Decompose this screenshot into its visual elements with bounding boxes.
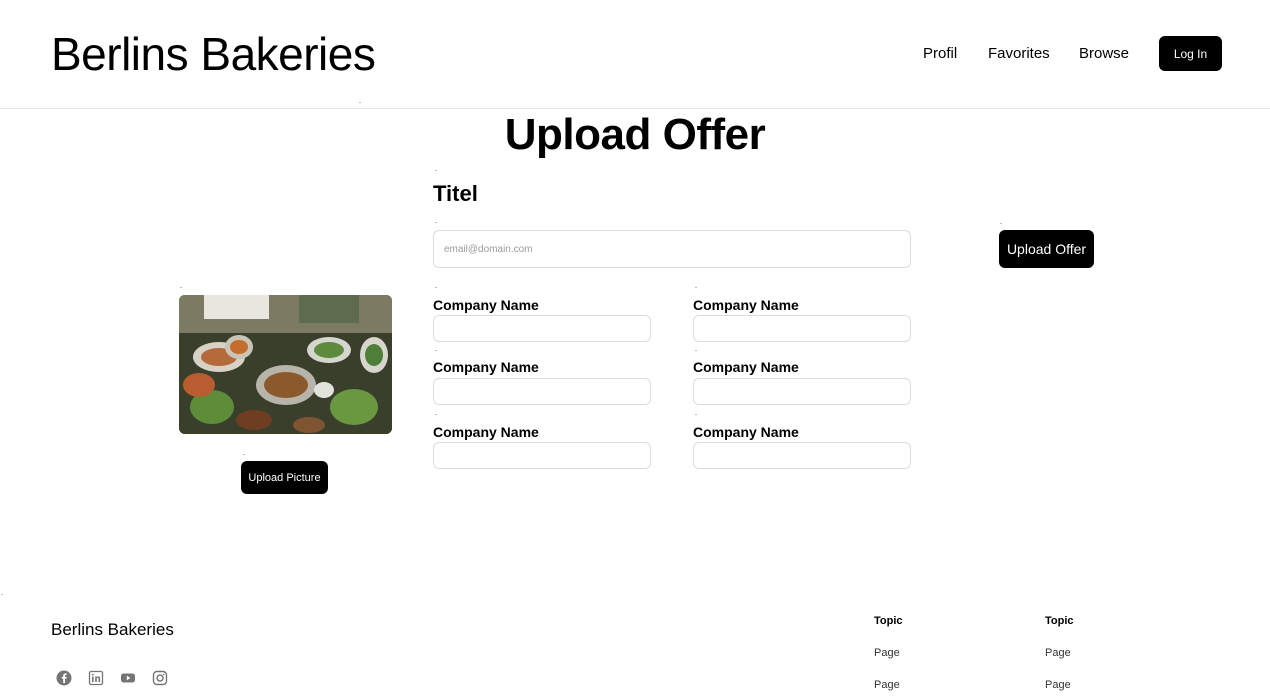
divider-dot: [435, 287, 437, 288]
divider-dot: [243, 454, 245, 455]
titel-label: Titel: [433, 181, 478, 206]
footer-link[interactable]: Page: [874, 678, 900, 692]
field-label: Company Name: [433, 359, 539, 375]
footer-topic: Topic: [1045, 615, 1074, 627]
footer-topic: Topic: [874, 615, 903, 627]
divider-dot: [180, 287, 182, 288]
company-name-input[interactable]: [433, 315, 651, 342]
field-label: Company Name: [693, 424, 799, 440]
field-label: Company Name: [433, 297, 539, 313]
food-table-image: [179, 295, 392, 434]
divider-dot: [435, 414, 437, 415]
divider-dot: [695, 350, 697, 351]
footer-link[interactable]: Page: [1045, 646, 1071, 660]
footer-link[interactable]: Page: [1045, 678, 1071, 692]
instagram-icon[interactable]: [152, 670, 168, 686]
nav-favorites[interactable]: Favorites: [988, 45, 1050, 63]
divider-dot: [1000, 223, 1002, 224]
divider-dot: [435, 350, 437, 351]
footer-link[interactable]: Page: [874, 646, 900, 660]
divider-dot: [435, 170, 437, 171]
login-button[interactable]: Log In: [1159, 36, 1222, 71]
field-label: Company Name: [693, 359, 799, 375]
linkedin-icon[interactable]: [88, 670, 104, 686]
youtube-icon[interactable]: [120, 670, 136, 686]
offer-picture: [179, 295, 392, 434]
company-name-input[interactable]: [693, 315, 911, 342]
company-name-input[interactable]: [693, 442, 911, 469]
field-label: Company Name: [433, 424, 539, 440]
divider-dot: [695, 287, 697, 288]
facebook-icon[interactable]: [56, 670, 72, 686]
nav-profil[interactable]: Profil: [923, 45, 957, 63]
divider-dot: [695, 414, 697, 415]
page-title: Upload Offer: [504, 110, 766, 159]
company-name-input[interactable]: [693, 378, 911, 405]
site-logo[interactable]: Berlins Bakeries: [51, 28, 376, 80]
titel-input[interactable]: [433, 230, 911, 268]
field-label: Company Name: [693, 297, 799, 313]
upload-offer-button[interactable]: Upload Offer: [999, 230, 1094, 268]
divider-dot: [359, 102, 361, 103]
divider-dot: [1, 594, 3, 595]
nav-browse[interactable]: Browse: [1079, 45, 1129, 63]
footer-logo: Berlins Bakeries: [51, 620, 174, 639]
site-header: Berlins Bakeries Profil Favorites Browse…: [0, 0, 1270, 109]
upload-picture-button[interactable]: Upload Picture: [241, 461, 328, 494]
company-name-input[interactable]: [433, 442, 651, 469]
divider-dot: [435, 222, 437, 223]
company-name-input[interactable]: [433, 378, 651, 405]
